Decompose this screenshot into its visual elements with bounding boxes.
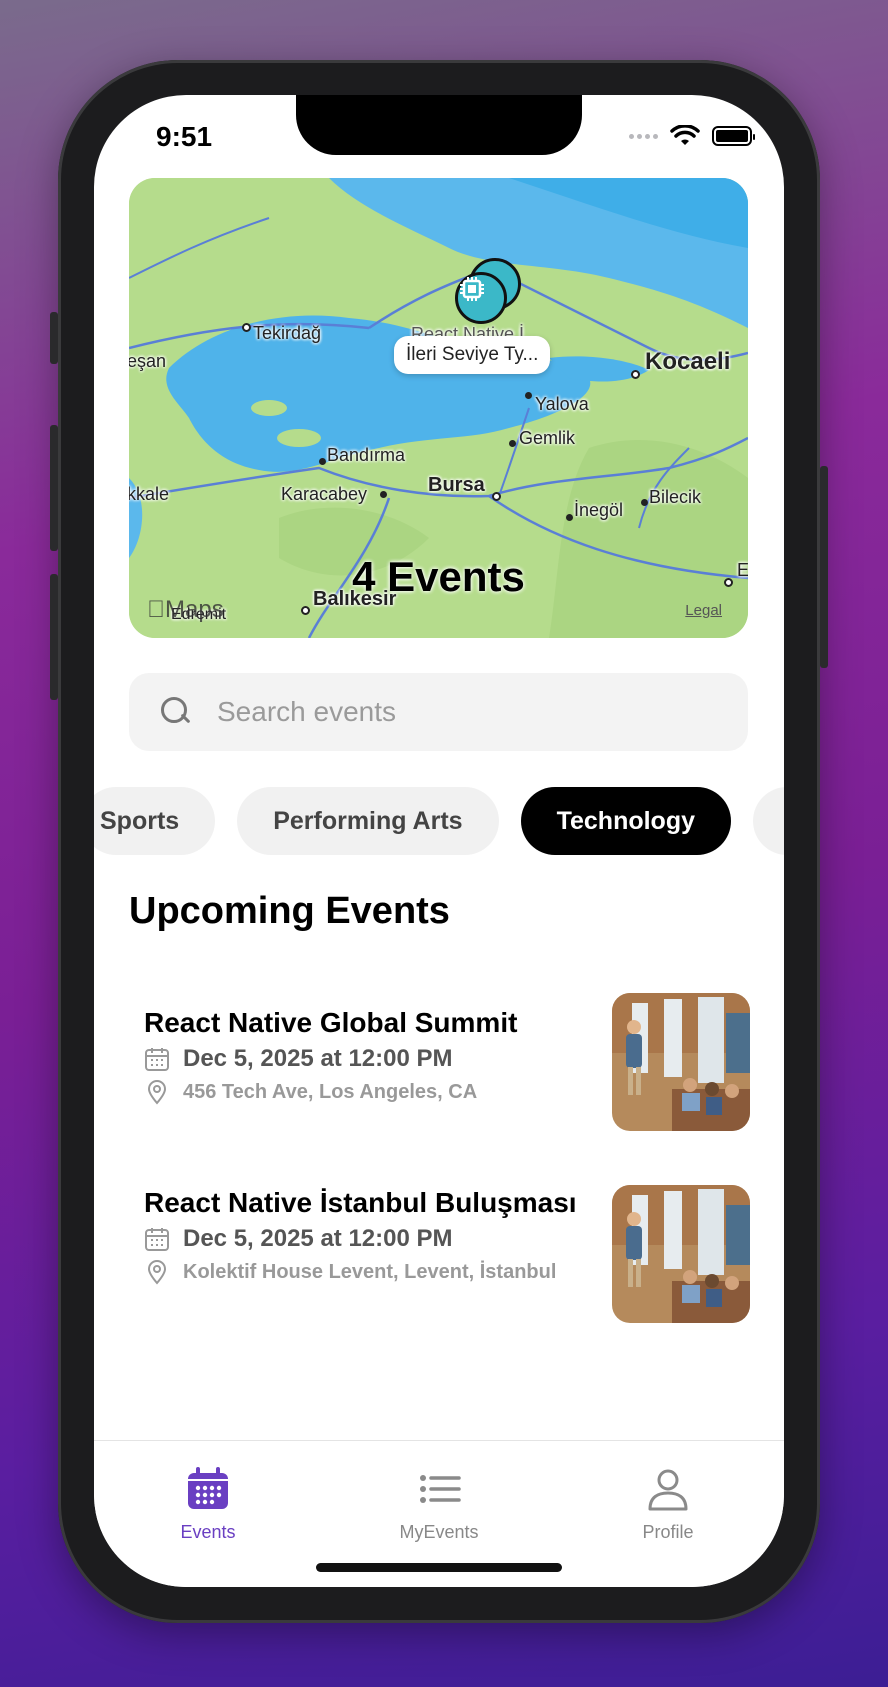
event-card[interactable]: React Native İstanbul Buluşması Dec 5, 2…	[144, 1185, 750, 1335]
city-dot	[319, 458, 326, 465]
map-place-label: eşan	[129, 351, 167, 371]
calendar-icon	[145, 1228, 169, 1251]
map-place-label: Tekirdağ	[253, 323, 322, 343]
city-dot	[242, 323, 251, 332]
map-place-label: kkale	[129, 484, 170, 504]
map-event-count: 4 Events	[352, 553, 525, 600]
tab-myevents[interactable]: MyEvents	[359, 1467, 519, 1543]
calendar-icon	[188, 1467, 228, 1509]
tab-label: MyEvents	[399, 1522, 479, 1542]
event-title: React Native Global Summit	[144, 1007, 518, 1038]
event-date: Dec 5, 2025 at 12:00 PM	[183, 1225, 453, 1252]
category-chip-sports[interactable]: Sports	[94, 787, 216, 855]
category-chip-performing-arts[interactable]: Performing Arts	[237, 787, 499, 855]
map-place-label: Gemlik	[519, 428, 576, 448]
apple-logo-icon: 	[147, 596, 165, 623]
status-time: 9:51	[156, 121, 213, 152]
power-button	[820, 466, 828, 668]
calendar-icon	[145, 1048, 169, 1071]
event-title: React Native İstanbul Buluşması	[144, 1187, 577, 1218]
location-pin-icon	[147, 1080, 167, 1105]
map-place-label: İnegöl	[574, 500, 624, 520]
tab-label: Events	[180, 1522, 236, 1542]
silent-switch	[50, 312, 58, 364]
tab-label: Profile	[642, 1522, 694, 1542]
search-bar[interactable]	[129, 673, 748, 751]
city-dot	[301, 606, 310, 615]
status-icons	[629, 125, 755, 147]
city-dot	[641, 499, 648, 506]
volume-down-button	[50, 574, 58, 700]
home-indicator[interactable]	[316, 1563, 562, 1572]
tab-profile[interactable]: Profile	[588, 1467, 748, 1543]
category-chip-technology[interactable]: Technology	[520, 787, 732, 855]
event-thumbnail	[612, 1185, 750, 1323]
wifi-icon	[670, 125, 700, 145]
maps-brand: Maps	[147, 596, 224, 623]
tab-events[interactable]: Events	[128, 1467, 288, 1543]
event-thumbnail	[612, 993, 750, 1131]
location-pin-icon	[147, 1260, 167, 1285]
search-input[interactable]	[217, 696, 697, 728]
list-icon	[420, 1475, 461, 1503]
city-dot	[525, 392, 532, 399]
person-icon	[648, 1469, 688, 1511]
battery-icon	[712, 126, 755, 146]
city-dot	[566, 514, 573, 521]
notch	[296, 95, 582, 155]
city-dot	[631, 370, 640, 379]
event-card[interactable]: React Native Global Summit Dec 5, 2025 a…	[144, 993, 750, 1133]
volume-up-button	[50, 425, 58, 551]
category-chip-more[interactable]	[753, 787, 784, 855]
map-place-label: Bursa	[428, 474, 485, 496]
event-location: 456 Tech Ave, Los Angeles, CA	[183, 1080, 478, 1103]
city-dot	[492, 492, 501, 501]
map-event-pin[interactable]	[455, 272, 507, 324]
city-dot	[509, 440, 516, 447]
search-icon	[159, 695, 193, 729]
category-chips: Sports Performing Arts Technology	[94, 787, 784, 855]
section-title: Upcoming Events	[129, 890, 450, 932]
events-map[interactable]: Tekirdağ eşan Kocaeli Yalova Gemlik Band…	[129, 178, 748, 638]
chip-icon	[460, 277, 484, 301]
map-place-label: Bilecik	[649, 487, 702, 507]
map-place-label: Bandırma	[327, 445, 406, 465]
map-legal-link[interactable]: Legal	[685, 602, 722, 619]
map-place-label: Yalova	[535, 394, 589, 414]
city-dot	[380, 491, 387, 498]
cellular-icon	[629, 133, 658, 139]
event-date: Dec 5, 2025 at 12:00 PM	[183, 1045, 453, 1072]
map-place-label: Kocaeli	[645, 348, 731, 375]
map-pin-callout[interactable]: İleri Seviye Ty...	[394, 336, 551, 374]
app-screen: 9:51 Tekirdağ eşan Kocaeli Yalova Gemlik…	[94, 95, 784, 1587]
event-location: Kolektif House Levent, Levent, İstanbul	[183, 1260, 557, 1283]
map-place-label: Karacabey	[281, 484, 368, 504]
